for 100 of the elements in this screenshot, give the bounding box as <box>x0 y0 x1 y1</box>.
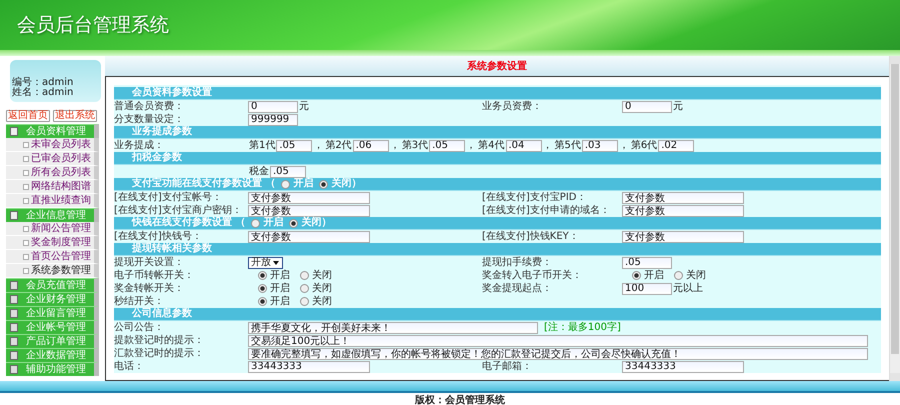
menu-item[interactable]: 首页公告管理 <box>6 250 99 264</box>
menu-item[interactable]: 奖金制度管理 <box>6 236 99 250</box>
menu-item-label: 未审会员列表 <box>31 138 91 150</box>
field-label: 普通会员资费： <box>114 100 184 112</box>
hint-text: [注：最多100字] <box>544 322 621 334</box>
field-text: 第3代 <box>402 140 428 152</box>
field-text: 第4代 <box>478 140 504 152</box>
input-field[interactable]: .05 <box>270 166 306 178</box>
input-field[interactable]: .06 <box>352 140 389 152</box>
radio-label: 关闭 <box>312 270 332 282</box>
info-value: admin <box>42 78 74 88</box>
info-value: admin <box>42 88 74 98</box>
section-title: 提现转帐相关参数 <box>132 243 212 255</box>
input-field[interactable]: .03 <box>582 140 618 152</box>
field-label: 业务提成： <box>114 140 164 152</box>
section-title: 公司信息参数 <box>132 308 192 320</box>
input-field[interactable]: 支付参数 <box>622 192 744 204</box>
menu-group-label: 企业留言管理 <box>26 308 86 320</box>
nav-button[interactable]: 退出系统 <box>53 110 97 122</box>
field-text: ， <box>313 140 324 152</box>
input-field[interactable]: 支付参数 <box>248 192 370 204</box>
info-label: 编号： <box>12 78 42 88</box>
input-field[interactable]: 支付参数 <box>622 230 744 242</box>
input-field[interactable]: 支付参数 <box>248 204 370 216</box>
field-label: 公司公告： <box>114 322 164 334</box>
radio-label: 关闭 <box>301 217 322 229</box>
menu-item-label: 首页公告管理 <box>31 250 91 262</box>
field-label: 分支数量设定： <box>114 114 184 126</box>
input-field[interactable]: .02 <box>658 140 694 152</box>
menu-group-label: 产品订单管理 <box>26 336 86 348</box>
field-label: [在线支付]支付宝PID： <box>482 192 586 204</box>
input-field[interactable]: 999999 <box>248 114 298 126</box>
input-field[interactable]: .04 <box>506 140 542 152</box>
system-title: 会员后台管理系统 <box>17 13 169 38</box>
field-text: 第6代 <box>630 140 658 152</box>
field-text: ， <box>618 140 629 152</box>
menu-group-label: 企业财务管理 <box>26 294 86 306</box>
field-text: ， <box>542 140 552 152</box>
field-text: 第1代 <box>249 140 276 152</box>
radio-label: 开启 <box>270 270 290 282</box>
field-label: [在线支付]支付宝帐号： <box>114 192 222 204</box>
menu-group-label: 会员充值管理 <box>26 280 86 292</box>
menu-item[interactable]: 未审会员列表 <box>6 138 99 152</box>
field-label: 奖金提现起点： <box>482 282 552 294</box>
field-text: 元以上 <box>673 282 703 294</box>
field-label: [在线支付]支付申请的域名： <box>482 204 610 216</box>
menu-item[interactable]: 系统参数管理 <box>6 264 99 278</box>
menu-item-label: 网络结构图谱 <box>31 180 91 192</box>
radio-label: 开启 <box>270 296 290 308</box>
field-label: 电话： <box>114 360 144 372</box>
section-title: 扣税金参数 <box>132 152 182 164</box>
input-field[interactable]: .05 <box>276 140 312 152</box>
field-label: 奖金转入电子币开关： <box>482 270 582 282</box>
field-text: 第5代 <box>554 140 581 152</box>
nav-button[interactable]: 返回首页 <box>6 110 50 122</box>
field-label: 提现开关设置： <box>114 256 184 268</box>
select-field[interactable]: 开放 <box>248 256 283 268</box>
input-field[interactable]: .05 <box>429 140 466 152</box>
page-title: 系统参数设置 <box>467 60 527 73</box>
field-label: 秒结开关： <box>114 296 164 308</box>
radio-label: 开启 <box>263 217 284 229</box>
section-title: 会员资料参数设置 <box>132 87 212 99</box>
menu-item[interactable]: 直推业绩查询 <box>6 194 99 208</box>
field-label: 电子币转帐开关： <box>114 270 194 282</box>
menu-item-label: 直推业绩查询 <box>31 194 91 206</box>
input-field[interactable]: .05 <box>622 256 672 268</box>
menu-item-label: 系统参数管理 <box>31 264 91 276</box>
radio-label: 开启 <box>270 282 290 294</box>
input-field[interactable]: 100 <box>622 282 672 294</box>
input-field[interactable]: 0 <box>248 100 298 112</box>
section-title: 支付宝功能在线支付参数设置 （ <box>132 178 276 190</box>
info-label: 姓名： <box>12 88 42 98</box>
menu-item[interactable]: 已审会员列表 <box>6 152 99 166</box>
field-label: [在线支付]快钱号： <box>114 230 202 242</box>
menu-item[interactable]: 所有会员列表 <box>6 166 99 180</box>
input-field[interactable]: 33443333 <box>622 360 744 372</box>
field-text: 第2代 <box>325 140 352 152</box>
section-title-end: ） <box>321 217 332 229</box>
input-field[interactable]: 33443333 <box>248 360 370 372</box>
field-text: 税金 <box>249 166 269 178</box>
menu-group-label: 企业数据管理 <box>26 350 86 362</box>
radio-label: 开启 <box>293 178 314 190</box>
menu-item[interactable]: 新闻公告管理 <box>6 222 99 236</box>
section-title: 业务提成参数 <box>132 126 192 138</box>
input-field[interactable]: 支付参数 <box>248 230 370 242</box>
field-text: 元 <box>673 100 683 112</box>
radio-label: 关闭 <box>686 270 706 282</box>
input-field[interactable]: 支付参数 <box>622 204 744 216</box>
menu-group-label: 企业信息管理 <box>26 210 86 222</box>
radio-label: 关闭 <box>312 296 332 308</box>
menu-group-label: 企业帐号管理 <box>26 322 86 334</box>
copyright-text: 版权：会员管理系统 <box>415 394 505 405</box>
input-field[interactable]: 0 <box>622 100 672 112</box>
menu-group-label: 会员资料管理 <box>26 126 86 138</box>
field-text: ， <box>466 140 476 152</box>
section-title-end: ） <box>351 178 362 190</box>
radio-label: 开启 <box>644 270 664 282</box>
menu-item[interactable]: 网络结构图谱 <box>6 180 99 194</box>
radio-label: 关闭 <box>331 178 352 190</box>
menu-item-label: 所有会员列表 <box>31 166 91 178</box>
